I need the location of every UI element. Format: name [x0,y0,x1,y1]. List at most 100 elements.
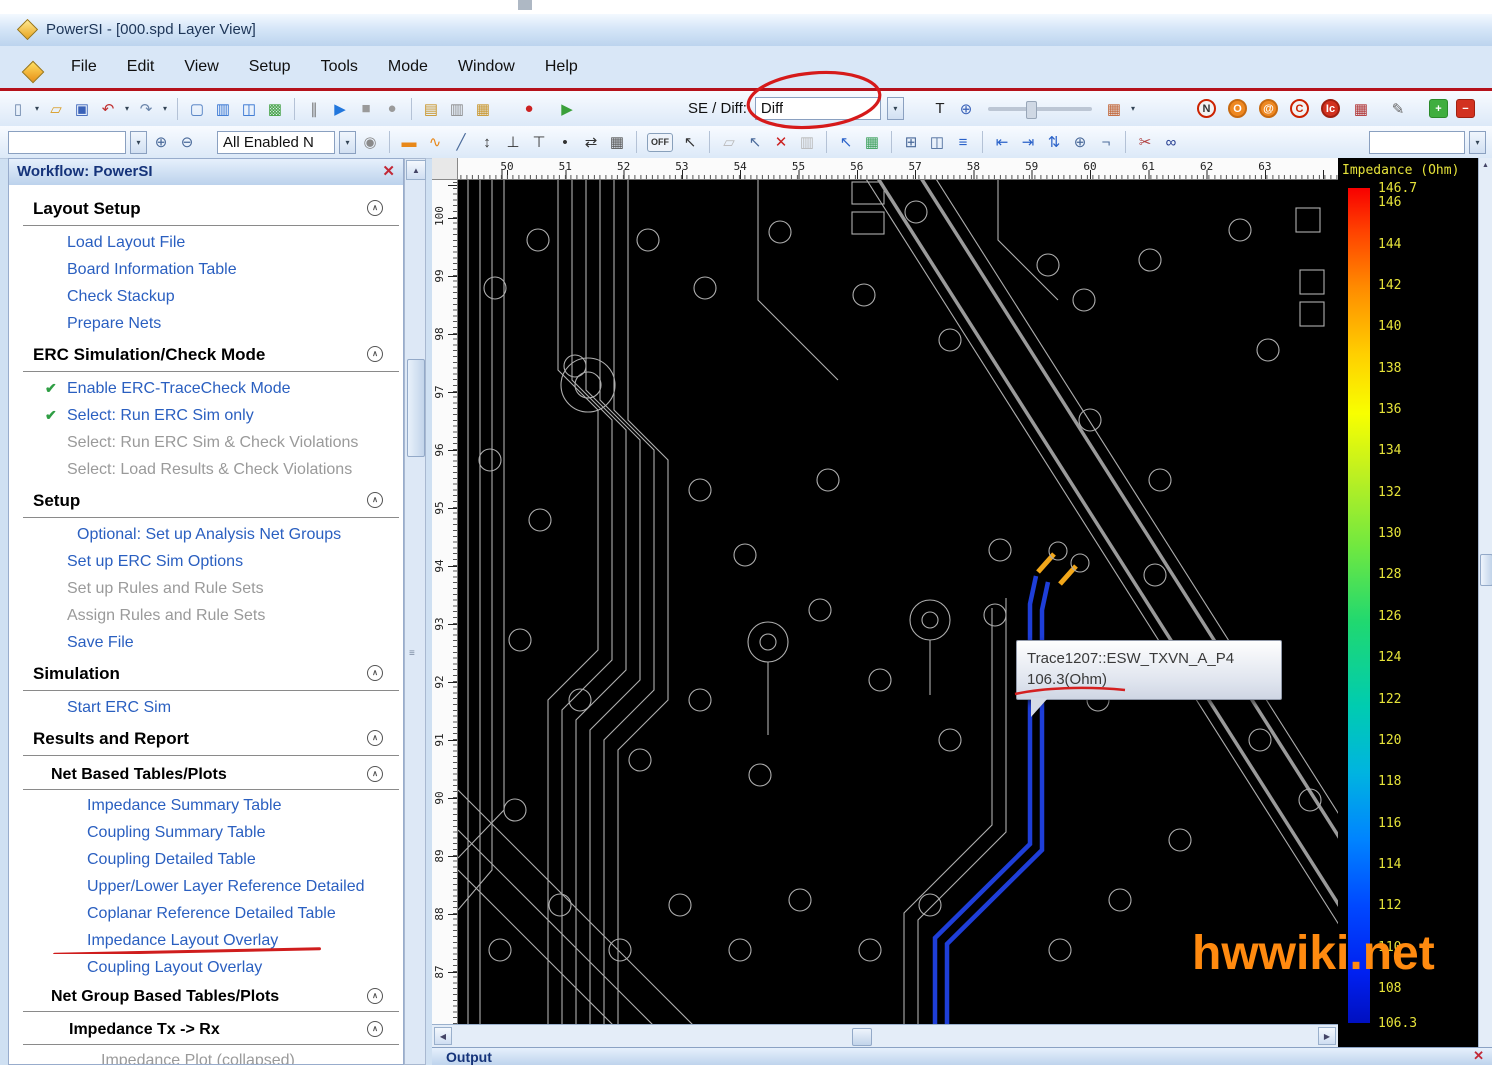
dim-bottom-icon[interactable]: ⊥ [501,130,525,154]
list-view-icon[interactable]: ≡ [951,130,975,154]
pick-color-icon[interactable]: ↖ [834,130,858,154]
collapse-toggle-icon[interactable]: ∧ [367,1021,383,1037]
dropdown-caret-icon[interactable]: ▾ [339,131,356,154]
layer-view-canvas[interactable]: Trace1207::ESW_TXVN_A_P4 106.3(Ohm) [458,180,1338,1025]
delete-icon[interactable]: ✕ [769,130,793,154]
cut-icon[interactable]: ✂ [1133,130,1157,154]
remove-window-icon[interactable]: − [1456,99,1475,118]
dim-horizontal-icon[interactable]: ⇄ [579,130,603,154]
grid-icon[interactable]: ▦ [605,130,629,154]
dropdown-caret-icon[interactable]: ▾ [32,97,42,121]
select-area-icon[interactable]: ▢ [185,97,209,121]
workflow-item-net-group-based-tables-plots[interactable]: Net Group Based Tables/Plots∧ [23,981,399,1012]
palette-grid-icon[interactable]: ▦ [860,130,884,154]
export-data-icon[interactable]: ▦ [471,97,495,121]
output-panel-header[interactable]: Output ✕ [432,1047,1492,1065]
workflow-item-layout-setup[interactable]: Layout Setup∧ [23,191,399,226]
history-combo[interactable] [8,131,126,154]
c-badge-icon[interactable]: C [1290,99,1309,118]
dropdown-caret-icon[interactable]: ▾ [1469,131,1486,154]
net-badge-icon[interactable]: N [1197,99,1216,118]
net-filter-combo[interactable]: All Enabled N [217,131,335,154]
workflow-item-coupling-detailed-table[interactable]: Coupling Detailed Table [9,846,403,873]
off-toggle[interactable]: OFF [647,133,673,152]
workflow-item-impedance-tx-rx[interactable]: Impedance Tx -> Rx∧ [23,1014,399,1045]
workflow-item-check-stackup[interactable]: Check Stackup [9,283,403,310]
at-badge-icon[interactable]: @ [1259,99,1278,118]
scroll-right-icon[interactable]: ▶ [1318,1027,1336,1045]
workflow-item-results-and-report[interactable]: Results and Report∧ [23,721,399,756]
close-icon[interactable]: ✕ [1473,1048,1484,1064]
pause-simulation-icon[interactable]: ● [380,97,404,121]
measure-right-icon[interactable]: ⇥ [1016,130,1040,154]
remove-trace-icon[interactable]: ▬ [397,130,421,154]
workflow-scrollbar[interactable]: ▲ ≡ [404,158,426,1065]
workflow-item-save-file[interactable]: Save File [9,629,403,656]
workflow-item-start-erc-sim[interactable]: Start ERC Sim [9,694,403,721]
workflow-item-simulation[interactable]: Simulation∧ [23,656,399,691]
workflow-item-load-layout-file[interactable]: Load Layout File [9,229,403,256]
workflow-item-net-based-tables-plots[interactable]: Net Based Tables/Plots∧ [23,759,399,790]
zoom-region-icon[interactable]: ⊕ [1068,130,1092,154]
dim-top-icon[interactable]: ⊤ [527,130,551,154]
workflow-item-select-run-erc-sim-only[interactable]: Select: Run ERC Sim only✔ [9,402,403,429]
layer-combo[interactable] [1369,131,1465,154]
transparency-slider[interactable] [988,107,1092,111]
diagonal-route-icon[interactable]: ╱ [449,130,473,154]
snap-icon[interactable]: ¬ [1094,130,1118,154]
measure-left-icon[interactable]: ⇤ [990,130,1014,154]
collapse-toggle-icon[interactable]: ∧ [367,346,383,362]
layer-image-icon[interactable]: ▩ [263,97,287,121]
add-window-icon[interactable]: + [1429,99,1448,118]
zoom-out-icon[interactable]: ⊖ [175,130,199,154]
workflow-item-board-information-table[interactable]: Board Information Table [9,256,403,283]
workflow-item-coupling-layout-overlay[interactable]: Coupling Layout Overlay [9,954,403,981]
workflow-item-coplanar-reference-detailed-table[interactable]: Coplanar Reference Detailed Table [9,900,403,927]
scrollbar-thumb[interactable] [407,359,425,457]
find-icon[interactable]: ∞ [1159,130,1183,154]
point-icon[interactable]: • [553,130,577,154]
edit-report-icon[interactable]: ✎ [1386,97,1410,121]
collapse-toggle-icon[interactable]: ∧ [367,730,383,746]
calendar-icon[interactable]: ▦ [1349,97,1373,121]
slider-thumb[interactable] [1026,101,1037,119]
lock-icon[interactable]: ◉ [358,130,382,154]
dropdown-caret-icon[interactable]: ▾ [887,97,904,120]
se-diff-combo[interactable]: Diff [755,97,881,120]
text-size-icon[interactable]: T [928,97,952,121]
dropdown-caret-icon[interactable]: ▾ [1128,97,1138,121]
workflow-item-enable-erc-tracecheck-mode[interactable]: Enable ERC-TraceCheck Mode✔ [9,375,403,402]
menu-item-file[interactable]: File [56,54,112,80]
dropdown-caret-icon[interactable]: ▾ [160,97,170,121]
menu-item-edit[interactable]: Edit [112,54,170,80]
horizontal-scrollbar[interactable]: ◀ ▶ [432,1024,1338,1047]
collapse-toggle-icon[interactable]: ∧ [367,665,383,681]
fit-view-icon[interactable]: ⊕ [149,130,173,154]
save-icon[interactable]: ▣ [70,97,94,121]
workflow-item-upper-lower-layer-reference-detailed[interactable]: Upper/Lower Layer Reference Detailed [9,873,403,900]
menu-item-window[interactable]: Window [443,54,530,80]
copy-data-icon[interactable]: ▥ [445,97,469,121]
o-badge-icon[interactable]: O [1228,99,1247,118]
color-palette-icon[interactable]: ▦ [1102,97,1126,121]
pan-view-icon[interactable]: ▥ [211,97,235,121]
scroll-up-icon[interactable]: ▲ [1480,158,1491,172]
workflow-item-optional-set-up-analysis-net-groups[interactable]: Optional: Set up Analysis Net Groups [9,521,403,548]
menu-item-view[interactable]: View [169,54,233,80]
open-folder-icon[interactable]: ▱ [44,97,68,121]
stop-simulation-icon[interactable]: ■ [354,97,378,121]
zoom-search-icon[interactable]: ⊕ [954,97,978,121]
add-trace-icon[interactable]: ∿ [423,130,447,154]
open-result-icon[interactable]: ▱ [717,130,741,154]
cursor-select-icon[interactable]: ↖ [678,130,702,154]
undo-icon[interactable]: ↶ [96,97,120,121]
workflow-panel-header[interactable]: Workflow: PowerSI ✕ [9,159,403,186]
dim-vertical-icon[interactable]: ↕ [475,130,499,154]
cursor-probe-icon[interactable]: ↖ [743,130,767,154]
record-icon[interactable]: ● [517,97,541,121]
workflow-item-prepare-nets[interactable]: Prepare Nets [9,310,403,337]
scroll-left-icon[interactable]: ◀ [434,1027,452,1045]
overlay-window-icon[interactable]: ◫ [925,130,949,154]
menu-item-tools[interactable]: Tools [306,54,373,80]
menu-item-mode[interactable]: Mode [373,54,443,80]
